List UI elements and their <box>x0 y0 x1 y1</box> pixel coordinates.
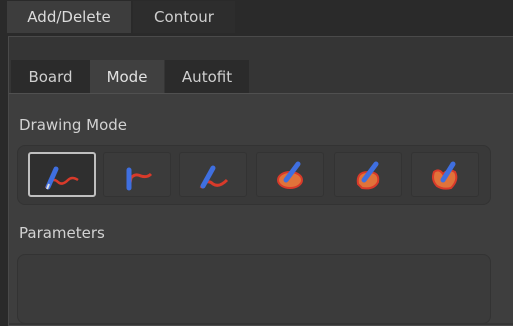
pen-curve-icon <box>199 165 229 189</box>
tab-contour[interactable]: Contour <box>133 1 235 33</box>
drawing-mode-button-freehand[interactable] <box>28 152 96 197</box>
drawing-mode-button-filled-shape[interactable] <box>411 152 479 197</box>
pen-filled-blob-icon <box>277 161 303 189</box>
pen-filled-shape-icon <box>432 161 458 190</box>
tab-autofit[interactable]: Autofit <box>165 60 249 93</box>
pen-filled-region-icon <box>356 161 380 189</box>
parameters-label: Parameters <box>19 224 105 242</box>
tab-add-delete[interactable]: Add/Delete <box>7 1 131 33</box>
drawing-mode-label: Drawing Mode <box>19 116 128 134</box>
drawing-mode-button-curve[interactable] <box>179 152 247 197</box>
pen-open-contour-icon <box>126 167 153 190</box>
drawing-mode-button-filled-blob[interactable] <box>256 152 324 197</box>
drawing-mode-button-filled-region[interactable] <box>334 152 402 197</box>
tab-mode[interactable]: Mode <box>90 60 164 93</box>
parameters-group <box>17 254 491 324</box>
tab-board[interactable]: Board <box>11 60 90 93</box>
drawing-mode-button-open-contour[interactable] <box>103 152 171 197</box>
pen-freehand-icon <box>44 166 79 189</box>
